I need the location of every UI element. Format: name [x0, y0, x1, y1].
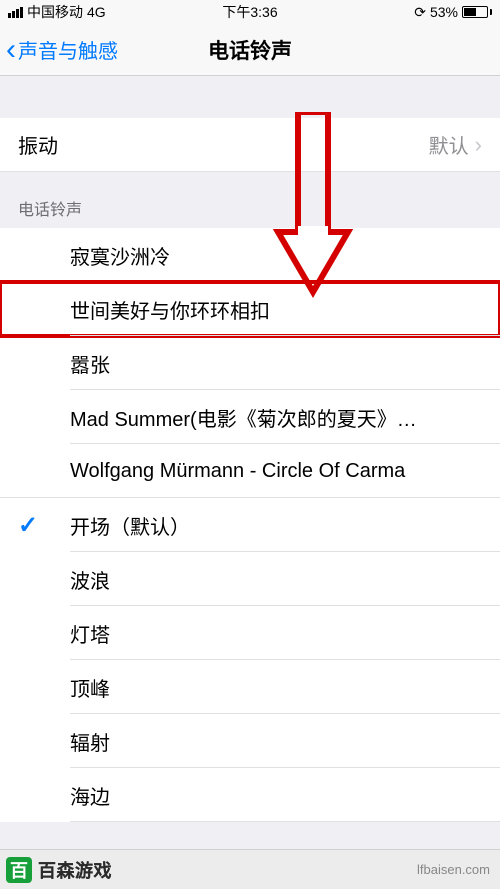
ringtones-header: 电话铃声: [0, 172, 500, 228]
ringtone-label: 世间美好与你环环相扣: [70, 295, 500, 324]
chevron-right-icon: ›: [475, 132, 482, 158]
ringtone-row[interactable]: 顶峰: [0, 660, 500, 714]
watermark-bar: 百 百森游戏 lfbaisen.com: [0, 849, 500, 889]
network-label: 4G: [87, 4, 106, 20]
ringtone-label: 顶峰: [70, 673, 500, 702]
ringtone-label: Mad Summer(电影《菊次郎的夏天》…: [70, 403, 500, 432]
check-column: ✓: [18, 511, 70, 540]
battery-percent: 53%: [430, 4, 458, 20]
ringtone-row[interactable]: Mad Summer(电影《菊次郎的夏天》…: [0, 390, 500, 444]
signal-icon: [8, 7, 23, 18]
ringtone-label: 寂寞沙洲冷: [70, 241, 500, 270]
ringtone-row[interactable]: ✓ 开场（默认）: [0, 498, 500, 552]
ringtone-row[interactable]: Wolfgang Mürmann - Circle Of Carma: [0, 444, 500, 498]
navigation-bar: ‹ 声音与触感 电话铃声: [0, 24, 500, 76]
ringtone-label: 辐射: [70, 727, 500, 756]
watermark-brand: 百森游戏: [38, 857, 112, 883]
ringtone-label: 海边: [70, 781, 500, 810]
orientation-lock-icon: ⟳: [414, 4, 426, 21]
ringtone-label: Wolfgang Mürmann - Circle Of Carma: [70, 460, 500, 483]
vibration-label: 振动: [18, 130, 429, 159]
watermark-url: lfbaisen.com: [417, 862, 490, 877]
builtin-ringtones-list: ✓ 开场（默认） 波浪灯塔顶峰辐射海边: [0, 498, 500, 822]
ringtone-label: 波浪: [70, 565, 500, 594]
chevron-left-icon: ‹: [6, 35, 16, 65]
back-label: 声音与触感: [18, 35, 118, 64]
status-time: 下午3:36: [222, 2, 277, 22]
page-title: 电话铃声: [208, 35, 292, 65]
vibration-value: 默认: [429, 130, 469, 159]
ringtone-row[interactable]: 海边: [0, 768, 500, 822]
ringtone-row[interactable]: 辐射: [0, 714, 500, 768]
watermark-logo-icon: 百: [6, 857, 32, 883]
ringtone-row[interactable]: 寂寞沙洲冷: [0, 228, 500, 282]
vibration-cell[interactable]: 振动 默认 ›: [0, 118, 500, 172]
custom-ringtones-list: 寂寞沙洲冷世间美好与你环环相扣嚣张 Mad Summer(电影《菊次郎的夏天》… W…: [0, 228, 500, 498]
carrier-label: 中国移动: [27, 2, 83, 22]
ringtone-row[interactable]: 嚣张: [0, 336, 500, 390]
status-bar: 中国移动 4G 下午3:36 ⟳ 53%: [0, 0, 500, 24]
ringtone-row[interactable]: 世间美好与你环环相扣: [0, 282, 500, 336]
ringtone-row[interactable]: 波浪: [0, 552, 500, 606]
battery-icon: [462, 6, 492, 18]
ringtone-row[interactable]: 灯塔: [0, 606, 500, 660]
ringtone-label: 开场（默认）: [70, 511, 500, 540]
ringtone-label: 嚣张: [70, 349, 500, 378]
back-button[interactable]: ‹ 声音与触感: [0, 35, 118, 65]
checkmark-icon: ✓: [18, 511, 38, 540]
ringtone-label: 灯塔: [70, 619, 500, 648]
